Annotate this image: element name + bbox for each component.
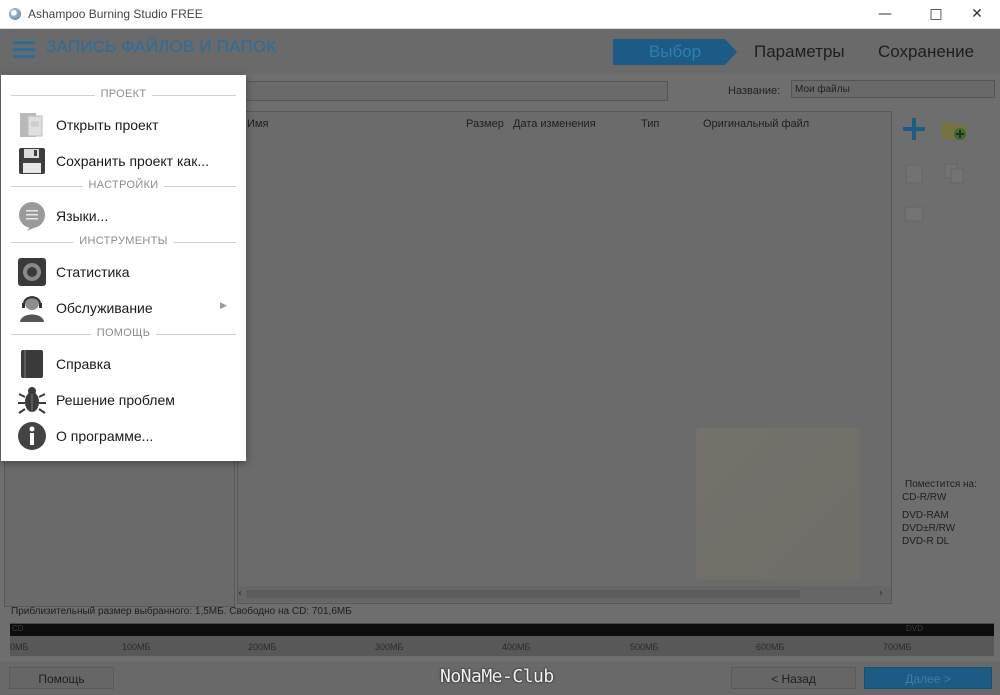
media-cd-rw: CD-R/RW xyxy=(902,492,947,503)
back-button[interactable]: < Назад xyxy=(731,667,856,689)
info-icon xyxy=(18,422,46,450)
ruler-tick: 500МБ xyxy=(630,642,659,652)
menu-item-about[interactable]: О программе... xyxy=(1,418,246,452)
menu-item-label: Открыть проект xyxy=(56,117,159,133)
menu-item-label: Языки... xyxy=(56,208,109,224)
section-label: ИНСТРУМЕНТЫ xyxy=(73,235,174,247)
floppy-icon xyxy=(19,148,45,174)
horizontal-scrollbar[interactable]: ‹ › xyxy=(238,586,891,602)
scroll-left-icon[interactable]: ‹ xyxy=(238,588,242,599)
menu-item-languages[interactable]: Языки... xyxy=(1,198,246,232)
copy-icon xyxy=(944,163,964,184)
capacity-bar: CD DVD xyxy=(10,623,994,636)
next-button[interactable]: Далее > xyxy=(864,667,992,689)
ruler-tick: 400МБ xyxy=(502,642,531,652)
media-dvd-ram: DVD-RAM xyxy=(902,510,949,521)
bottom-bar: Помощь NoNaMe-Club < Назад Далее > xyxy=(0,661,1000,695)
close-button[interactable]: ✕ xyxy=(954,0,1000,28)
capacity-dvd-label: DVD xyxy=(906,624,923,633)
file-list-header: Имя Размер Дата изменения Тип Оригинальн… xyxy=(238,112,891,136)
new-folder-icon xyxy=(942,122,966,140)
ruler-tick: 100МБ xyxy=(122,642,151,652)
ruler-tick: 300МБ xyxy=(375,642,404,652)
ruler-tick: 0МБ xyxy=(10,642,29,652)
remove-button[interactable] xyxy=(898,157,930,189)
delete-icon xyxy=(905,164,923,184)
edit-icon xyxy=(904,206,924,222)
menu-item-troubleshooting[interactable]: Решение проблем xyxy=(1,382,246,416)
step-parameters[interactable]: Параметры xyxy=(754,39,845,65)
section-label: НАСТРОЙКИ xyxy=(82,179,165,191)
app-header: ЗАПИСЬ ФАЙЛОВ И ПАПОК Выбор Параметры Со… xyxy=(0,29,1000,73)
speech-bubble-icon xyxy=(19,202,45,231)
add-folder-button[interactable] xyxy=(938,113,970,145)
menu-item-save-project-as[interactable]: Сохранить проект как... xyxy=(1,143,246,177)
size-summary: Приблизительный размер выбранного: 1,5МБ… xyxy=(11,606,352,617)
column-original-file[interactable]: Оригинальный файл xyxy=(703,118,809,130)
window-title: Ashampoo Burning Studio FREE xyxy=(28,7,203,21)
menu-item-label: Сохранить проект как... xyxy=(56,153,209,169)
column-modified[interactable]: Дата изменения xyxy=(513,118,596,130)
column-name[interactable]: Имя xyxy=(247,118,268,130)
help-book-icon xyxy=(21,350,43,378)
step-select[interactable]: Выбор xyxy=(613,39,737,65)
column-size[interactable]: Размер xyxy=(466,118,504,130)
window-titlebar: Ashampoo Burning Studio FREE — □ ✕ xyxy=(0,0,1000,29)
main-menu-dropdown: ПРОЕКТ Открыть проект Сохранить проект к… xyxy=(1,75,246,461)
menu-item-statistics[interactable]: Статистика xyxy=(1,254,246,288)
media-dvd-rw: DVD±R/RW xyxy=(902,523,956,534)
menu-section-help: ПОМОЩЬ xyxy=(11,327,236,341)
media-dvd-dl: DVD-R DL xyxy=(902,536,950,547)
open-project-icon xyxy=(20,113,43,137)
menu-section-tools: ИНСТРУМЕНТЫ xyxy=(11,235,236,249)
menu-item-label: Решение проблем xyxy=(56,392,175,408)
fits-on-media: Поместится на: CD-R/RW DVD-RAM DVD±R/RW … xyxy=(902,478,977,548)
statistics-icon xyxy=(18,258,46,286)
section-label: ПОМОЩЬ xyxy=(90,327,157,339)
menu-section-project: ПРОЕКТ xyxy=(11,88,236,102)
section-label: ПРОЕКТ xyxy=(94,88,153,100)
menu-item-label: Обслуживание xyxy=(56,300,153,316)
scroll-right-icon[interactable]: › xyxy=(879,588,883,599)
scrollbar-thumb[interactable] xyxy=(246,590,800,598)
submenu-arrow-icon: ▶ xyxy=(220,301,227,311)
disc-name-input[interactable] xyxy=(791,80,995,98)
folder-watermark-icon xyxy=(696,428,860,580)
app-logo-icon xyxy=(9,8,21,20)
menu-hamburger-icon[interactable] xyxy=(13,41,35,59)
column-type[interactable]: Тип xyxy=(641,118,659,130)
help-button[interactable]: Помощь xyxy=(9,667,114,689)
support-agent-icon xyxy=(20,296,44,322)
menu-item-open-project[interactable]: Открыть проект xyxy=(1,107,246,141)
page-title: ЗАПИСЬ ФАЙЛОВ И ПАПОК xyxy=(46,37,277,56)
plus-icon xyxy=(903,118,925,140)
ruler-tick: 600МБ xyxy=(756,642,785,652)
menu-item-label: О программе... xyxy=(56,428,154,444)
bug-icon xyxy=(18,387,46,414)
ruler-tick: 700МБ xyxy=(883,642,912,652)
ruler-tick: 200МБ xyxy=(248,642,277,652)
menu-item-label: Статистика xyxy=(56,264,130,280)
menu-item-help[interactable]: Справка xyxy=(1,346,246,380)
capacity-cd-label: CD xyxy=(12,624,24,633)
file-list-panel[interactable]: Имя Размер Дата изменения Тип Оригинальн… xyxy=(237,111,892,604)
name-label: Название: xyxy=(728,85,781,97)
minimize-button[interactable]: — xyxy=(862,0,908,28)
rename-button[interactable] xyxy=(898,197,930,229)
capacity-ruler: 0МБ 100МБ 200МБ 300МБ 400МБ 500МБ 600МБ … xyxy=(10,636,994,656)
fits-title: Поместится на: xyxy=(905,479,977,490)
path-field[interactable] xyxy=(240,81,668,101)
step-save[interactable]: Сохранение xyxy=(878,39,974,65)
copy-button[interactable] xyxy=(938,157,970,189)
add-files-button[interactable] xyxy=(898,113,930,145)
menu-section-settings: НАСТРОЙКИ xyxy=(11,179,236,193)
menu-item-label: Справка xyxy=(56,356,111,372)
maximize-button[interactable]: □ xyxy=(913,0,959,28)
menu-item-maintenance[interactable]: Обслуживание ▶ xyxy=(1,290,246,324)
watermark-brand: NoNaMe-Club xyxy=(440,666,554,687)
